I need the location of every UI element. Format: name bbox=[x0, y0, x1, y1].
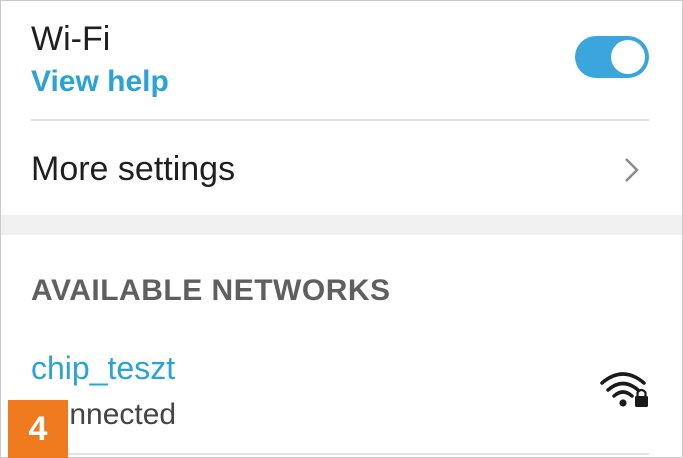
settings-screen: Wi-Fi View help More settings AVAILABLE … bbox=[0, 0, 683, 458]
view-help-link[interactable]: View help bbox=[31, 63, 169, 101]
wifi-toggle[interactable] bbox=[575, 36, 649, 78]
chevron-right-icon bbox=[625, 158, 639, 182]
step-number-badge: 4 bbox=[8, 400, 68, 458]
wifi-title: Wi-Fi bbox=[31, 20, 111, 58]
toggle-knob bbox=[611, 40, 645, 74]
more-settings-label: More settings bbox=[31, 150, 236, 188]
network-item[interactable]: chip_teszt Connected bbox=[1, 341, 682, 453]
more-settings-row[interactable]: More settings bbox=[1, 121, 682, 215]
section-separator bbox=[1, 215, 682, 235]
wifi-row: Wi-Fi View help bbox=[1, 1, 682, 119]
available-networks-header: AVAILABLE NETWORKS bbox=[31, 274, 391, 307]
divider bbox=[31, 453, 649, 455]
network-ssid: chip_teszt bbox=[31, 350, 176, 386]
wifi-locked-icon bbox=[600, 372, 648, 407]
